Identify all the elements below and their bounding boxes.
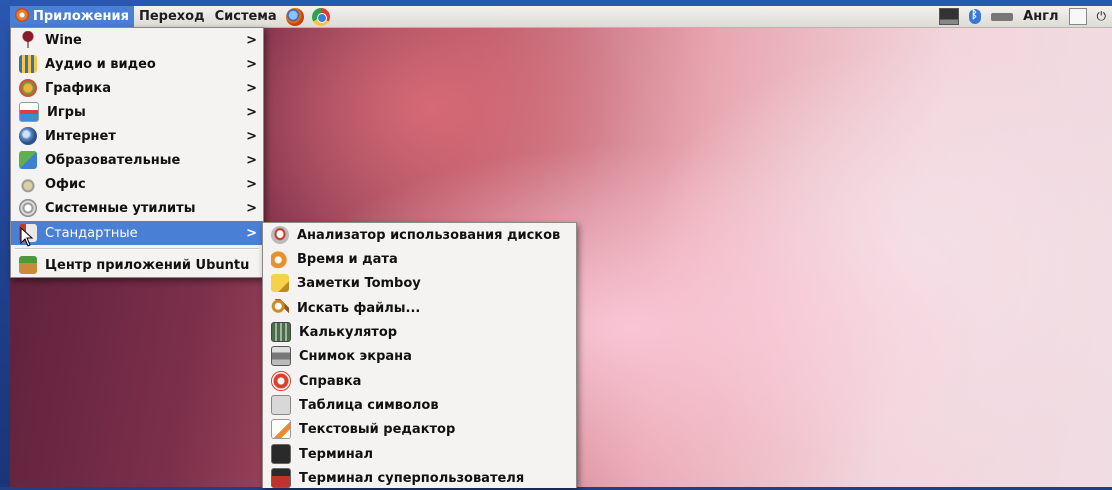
menu-item-label: Wine xyxy=(45,32,82,48)
system-tray: Англ ⏻ xyxy=(939,8,1112,25)
menu-item-system-tools[interactable]: Системные утилиты > xyxy=(11,196,263,220)
graphics-icon xyxy=(19,79,37,97)
menu-item-text-editor[interactable]: Текстовый редактор xyxy=(263,417,576,441)
help-icon xyxy=(271,371,291,391)
menu-item-label: Офис xyxy=(45,176,86,192)
tomboy-notes-icon xyxy=(271,274,289,292)
menu-item-education[interactable]: Образовательные > xyxy=(11,148,263,172)
menu-item-label: Справка xyxy=(299,373,362,389)
menu-item-label: Текстовый редактор xyxy=(299,421,456,437)
ubuntu-applications-icon xyxy=(15,8,29,22)
chevron-right-icon: > xyxy=(246,128,257,144)
menu-item-label: Снимок экрана xyxy=(299,348,412,364)
menu-item-calculator[interactable]: Калькулятор xyxy=(263,320,576,344)
terminal-icon xyxy=(271,444,291,464)
menu-item-label: Стандартные xyxy=(45,225,138,241)
ubuntu-software-center-icon xyxy=(19,256,37,274)
applications-menu[interactable]: Приложения xyxy=(10,6,134,27)
games-icon xyxy=(19,102,39,122)
chrome-icon[interactable] xyxy=(311,7,330,26)
system-menu[interactable]: Система xyxy=(210,6,282,27)
display-icon[interactable] xyxy=(939,8,960,25)
menu-item-label: Искать файлы... xyxy=(297,300,421,316)
chevron-right-icon: > xyxy=(246,152,257,168)
menu-item-accessories[interactable]: Стандартные > xyxy=(11,221,263,245)
network-icon[interactable] xyxy=(1068,8,1087,25)
menu-item-games[interactable]: Игры > xyxy=(11,100,263,124)
audio-video-icon xyxy=(19,55,37,73)
menu-item-disk-usage-analyzer[interactable]: Анализатор использования дисков xyxy=(263,223,576,247)
menu-item-audio-video[interactable]: Аудио и видео > xyxy=(11,52,263,76)
menu-item-office[interactable]: Офис > xyxy=(11,172,263,196)
chevron-right-icon: > xyxy=(246,225,257,241)
wine-icon xyxy=(19,31,37,49)
places-menu[interactable]: Переход xyxy=(134,6,210,27)
menu-item-label: Аудио и видео xyxy=(45,56,156,72)
chevron-right-icon: > xyxy=(246,176,257,192)
keyboard-layout-indicator[interactable]: Англ xyxy=(1023,9,1058,24)
bluetooth-icon[interactable] xyxy=(969,8,982,24)
calculator-icon xyxy=(271,322,291,342)
chevron-right-icon: > xyxy=(246,104,257,120)
places-menu-label: Переход xyxy=(138,9,205,24)
panel-menu-bar: Приложения Переход Система xyxy=(10,6,334,27)
menu-item-tomboy-notes[interactable]: Заметки Tomboy xyxy=(263,271,576,295)
applications-menu-label: Приложения xyxy=(33,9,129,24)
menu-item-label: Время и дата xyxy=(297,251,398,267)
menu-item-label: Центр приложений Ubuntu xyxy=(45,257,250,273)
education-icon xyxy=(19,151,37,169)
menu-item-label: Интернет xyxy=(45,128,116,144)
menu-item-time-and-date[interactable]: Время и дата xyxy=(263,247,576,271)
power-icon[interactable]: ⏻ xyxy=(1097,9,1107,24)
keyboard-icon[interactable] xyxy=(991,12,1014,21)
menu-separator xyxy=(15,248,259,250)
applications-dropdown: Wine > Аудио и видео > Графика > Игры > … xyxy=(10,27,264,278)
search-files-icon xyxy=(271,299,289,317)
firefox-icon[interactable] xyxy=(285,7,304,26)
menu-item-label: Заметки Tomboy xyxy=(297,275,421,291)
top-panel: Приложения Переход Система Англ ⏻ xyxy=(10,6,1112,28)
menu-item-label: Таблица символов xyxy=(299,397,439,413)
text-editor-icon xyxy=(271,419,291,439)
chevron-right-icon: > xyxy=(246,200,257,216)
menu-item-terminal[interactable]: Терминал xyxy=(263,442,576,466)
chevron-right-icon: > xyxy=(246,32,257,48)
disk-usage-icon xyxy=(271,226,289,244)
chevron-right-icon: > xyxy=(246,56,257,72)
menu-item-search-files[interactable]: Искать файлы... xyxy=(263,296,576,320)
menu-item-character-map[interactable]: Таблица символов xyxy=(263,393,576,417)
root-terminal-icon xyxy=(271,468,291,488)
menu-item-label: Анализатор использования дисков xyxy=(297,227,561,243)
office-icon xyxy=(19,175,37,193)
menu-item-graphics[interactable]: Графика > xyxy=(11,76,263,100)
system-tools-icon xyxy=(19,199,37,217)
screenshot-icon xyxy=(271,346,291,366)
menu-item-label: Калькулятор xyxy=(299,324,398,340)
menu-item-internet[interactable]: Интернет > xyxy=(11,124,263,148)
menu-item-label: Терминал xyxy=(299,446,374,462)
system-menu-label: Система xyxy=(214,9,277,24)
menu-item-wine[interactable]: Wine > xyxy=(11,28,263,52)
clock-icon xyxy=(271,250,289,268)
menu-item-label: Игры xyxy=(47,104,86,120)
chevron-right-icon: > xyxy=(246,80,257,96)
menu-item-label: Графика xyxy=(45,80,111,96)
menu-item-root-terminal[interactable]: Терминал суперпользователя xyxy=(263,466,576,490)
menu-item-ubuntu-software-center[interactable]: Центр приложений Ubuntu xyxy=(11,253,263,277)
menu-item-label: Терминал суперпользователя xyxy=(299,470,525,486)
menu-item-label: Системные утилиты xyxy=(45,200,196,216)
internet-icon xyxy=(19,127,37,145)
menu-item-label: Образовательные xyxy=(45,152,181,168)
menu-item-help[interactable]: Справка xyxy=(263,369,576,393)
menu-item-screenshot[interactable]: Снимок экрана xyxy=(263,344,576,368)
character-map-icon xyxy=(271,395,291,415)
accessories-submenu: Анализатор использования дисков Время и … xyxy=(262,222,577,488)
